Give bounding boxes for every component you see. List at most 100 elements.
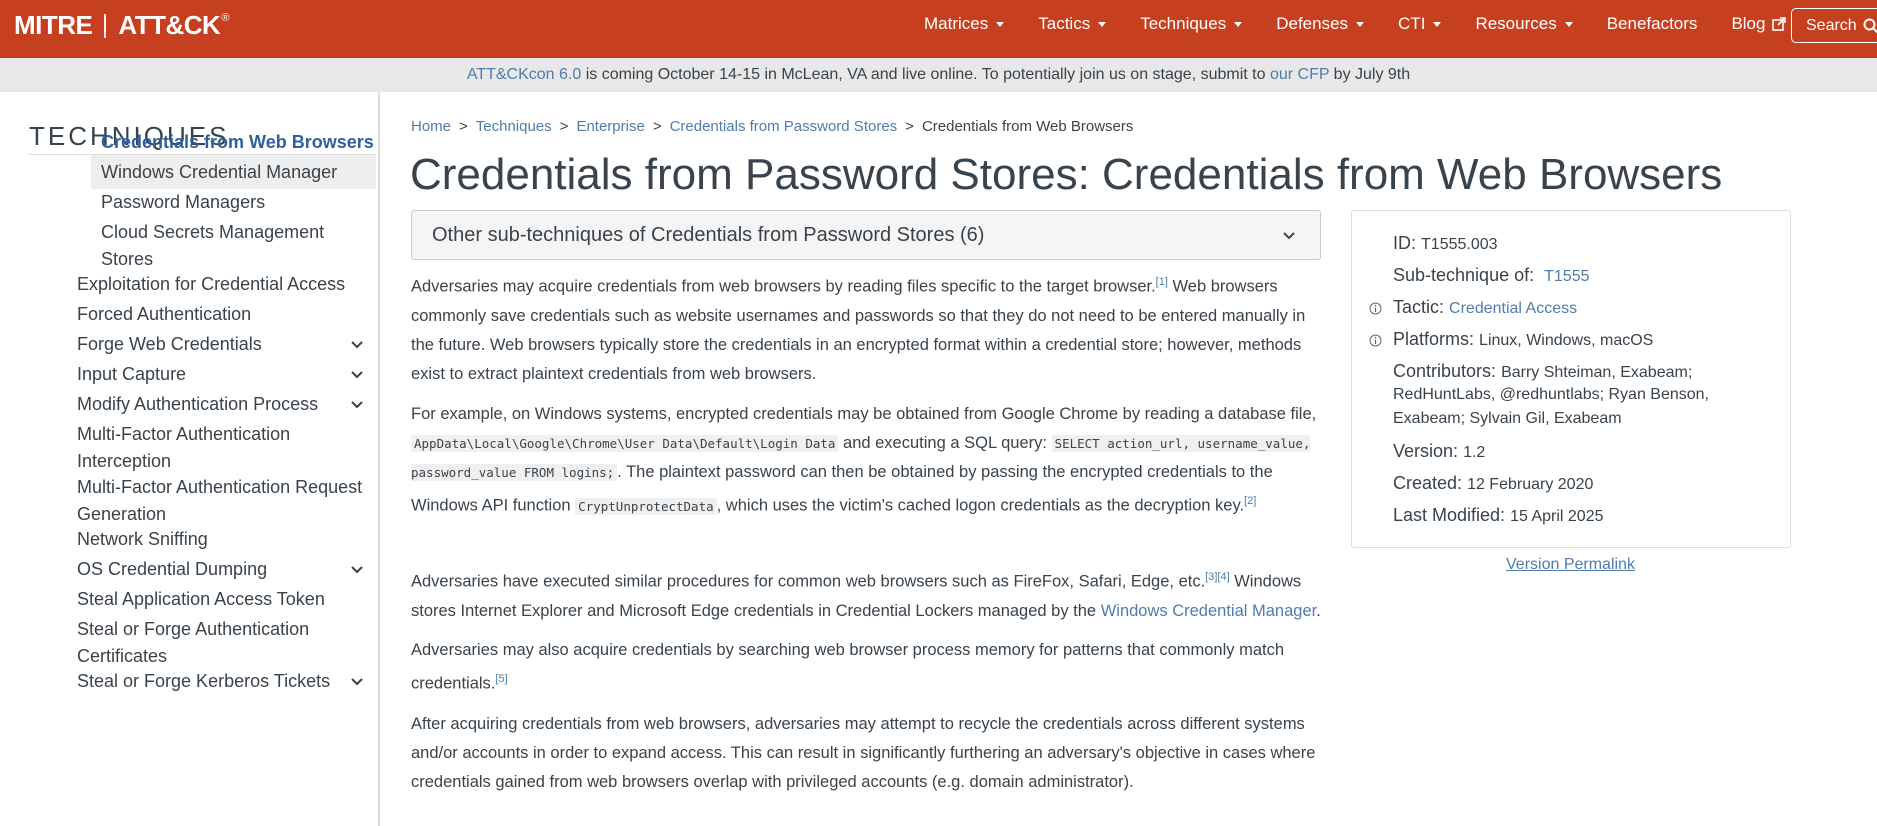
cfp-link[interactable]: our CFP — [1270, 66, 1329, 83]
logo-divider — [104, 13, 107, 38]
sidebar-item-label-line-2: Stores — [101, 249, 154, 269]
sidebar-item-steal-application-access-token[interactable]: Steal Application Access Token — [77, 586, 325, 613]
parent-technique-link[interactable]: T1555 — [1544, 268, 1589, 285]
breadcrumb-separator: > — [652, 118, 662, 135]
sidebar-item-os-credential-dumping[interactable]: OS Credential Dumping — [77, 556, 267, 583]
contributors-value-line-1: Barry Shteiman, Exabeam; — [1501, 364, 1693, 381]
nav-label: Benefactors — [1606, 14, 1698, 33]
breadcrumb: Home > Techniques > Enterprise > Credentials f… — [411, 118, 1133, 135]
p3-text-a: Adversaries have executed similar proced… — [411, 572, 1206, 591]
sidebar-item-label-line-2: Generation — [77, 504, 167, 524]
version-permalink-link[interactable]: Version Permalink — [1506, 556, 1635, 574]
reference-3-4[interactable]: [3][4] — [1205, 571, 1229, 583]
sidebar-item-credentials-from-web-browsers[interactable]: Credentials from Web Browsers — [101, 129, 374, 156]
sidebar-item-multi-factor-authentication-request[interactable]: Multi-Factor Authentication Request Gener… — [77, 474, 362, 528]
reference-1[interactable]: [1] — [1156, 276, 1168, 288]
logo-mitre: MITRE — [14, 10, 93, 40]
tactic-link[interactable]: Credential Access — [1449, 300, 1577, 317]
description-paragraph-2: For example, on Windows systems, encrypt… — [411, 400, 1326, 521]
sidebar-item-steal-or-forge-authentication[interactable]: Steal or Forge Authentication Certificate… — [77, 616, 309, 670]
sidebar-item-label: Multi-Factor Authentication Request — [77, 477, 363, 497]
other-subtechniques-dropdown[interactable]: Other sub-techniques of Credentials from… — [411, 210, 1321, 260]
chevron-down-icon[interactable] — [350, 338, 364, 352]
sidebar-item-forced-authentication[interactable]: Forced Authentication — [77, 301, 251, 328]
nav-tactics[interactable]: Tactics — [1038, 14, 1107, 34]
banner-text-2: by July 9th — [1329, 66, 1411, 83]
card-tactic-row: Tactic: Credential Access — [1393, 295, 1577, 321]
breadcrumb-techniques[interactable]: Techniques — [476, 118, 552, 135]
subtechniques-label: Other sub-techniques of Credentials from… — [432, 223, 985, 246]
chevron-down-icon[interactable] — [350, 563, 364, 577]
info-icon[interactable] — [1369, 334, 1382, 347]
nav-blog[interactable]: Blog — [1731, 14, 1787, 34]
p4-text-a: Adversaries may also acquire credentials… — [411, 641, 1285, 693]
caret-down-icon — [1433, 21, 1442, 27]
nav-label: Resources — [1475, 14, 1557, 33]
caret-down-icon — [1234, 21, 1243, 27]
platforms-value: Linux, Windows, macOS — [1479, 332, 1654, 349]
id-label: ID: — [1393, 233, 1417, 253]
contributors-value-line-3: Exabeam; Sylvain Gil, Exabeam — [1393, 410, 1622, 427]
version-value: 1.2 — [1463, 444, 1486, 461]
chevron-down-icon[interactable] — [350, 675, 364, 689]
sidebar-item-cloud-secrets-management[interactable]: Cloud Secrets Management Stores — [101, 219, 324, 273]
reference-2[interactable]: [2] — [1244, 495, 1256, 507]
attackcon-link[interactable]: ATT&CKcon 6.0 — [467, 66, 581, 83]
login-data-path-code: AppData\Local\Google\Chrome\User Data\De… — [411, 435, 839, 452]
card-id-row: ID: T1555.003 — [1393, 231, 1498, 257]
sidebar-item-modify-authentication-process[interactable]: Modify Authentication Process — [77, 391, 318, 418]
chevron-down-icon[interactable] — [350, 398, 364, 412]
breadcrumb-password-stores[interactable]: Credentials from Password Stores — [670, 118, 898, 135]
info-icon[interactable] — [1369, 302, 1382, 315]
sidebar-item-windows-credential-manager[interactable]: Windows Credential Manager — [101, 159, 337, 186]
nav-matrices[interactable]: Matrices — [924, 14, 1005, 34]
id-value: T1555.003 — [1421, 236, 1498, 253]
page-title: Credentials from Password Stores: Creden… — [410, 150, 1723, 199]
chevron-down-icon[interactable] — [350, 368, 364, 382]
sidebar-item-input-capture[interactable]: Input Capture — [77, 361, 186, 388]
breadcrumb-enterprise[interactable]: Enterprise — [576, 118, 644, 135]
sidebar-item-forge-web-credentials[interactable]: Forge Web Credentials — [77, 331, 262, 358]
subtechnique-label: Sub-technique of: — [1393, 265, 1535, 285]
sidebar-item-multi-factor-authentication[interactable]: Multi-Factor Authentication Interception — [77, 421, 290, 475]
sidebar-item-label: Cloud Secrets Management — [101, 222, 325, 242]
windows-credential-manager-link[interactable]: Windows Credential Manager — [1101, 602, 1317, 620]
main-menu: Matrices Tactics Techniques Defenses CTI Reso… — [924, 0, 1820, 48]
nav-techniques[interactable]: Techniques — [1140, 14, 1243, 34]
technique-info-card: ID: T1555.003 Sub-technique of: T1555 Ta… — [1351, 210, 1791, 548]
sidebar-item-label: Steal Application Access Token — [77, 589, 325, 609]
caret-down-icon — [1098, 21, 1107, 27]
sidebar-item-password-managers[interactable]: Password Managers — [101, 189, 265, 216]
breadcrumb-home[interactable]: Home — [411, 118, 451, 135]
sidebar-item-label: Steal or Forge Authentication — [77, 619, 310, 639]
nav-label: Blog — [1731, 14, 1766, 33]
description-paragraph-3: Adversaries have executed similar proced… — [411, 563, 1326, 626]
p3-text-c: . — [1316, 601, 1321, 620]
sidebar-item-label: Windows Credential Manager — [101, 162, 338, 182]
top-nav: MITRE ATT&CK ® Matrices Tactics Techniques… — [0, 0, 1877, 58]
external-link-icon — [1772, 17, 1787, 31]
created-label: Created: — [1393, 473, 1463, 493]
card-subtechnique-row: Sub-technique of: T1555 — [1393, 263, 1590, 289]
p2-text-b: and executing a SQL query: — [838, 434, 1052, 452]
nav-resources[interactable]: Resources — [1475, 14, 1573, 34]
search-button[interactable]: Search — [1791, 8, 1877, 43]
nav-benefactors[interactable]: Benefactors — [1607, 14, 1698, 34]
nav-cti[interactable]: CTI — [1398, 14, 1442, 34]
sidebar-item-label: Multi-Factor Authentication — [77, 424, 291, 444]
reference-5[interactable]: [5] — [495, 673, 507, 685]
last-modified-value: 15 April 2025 — [1510, 508, 1604, 525]
card-platforms-row: Platforms: Linux, Windows, macOS — [1393, 327, 1653, 353]
sidebar-item-network-sniffing[interactable]: Network Sniffing — [77, 526, 208, 553]
sidebar-item-exploitation-for-credential-access[interactable]: Exploitation for Credential Access — [77, 271, 345, 298]
card-contributors-row: Contributors: Barry Shteiman, Exabeam; — [1393, 359, 1692, 385]
tactic-label: Tactic: — [1393, 297, 1445, 317]
card-created-row: Created: 12 February 2020 — [1393, 471, 1593, 497]
techniques-sidebar: TECHNIQUES Credentials from Web Browsers… — [0, 92, 380, 826]
mitre-attack-logo[interactable]: MITRE ATT&CK ® — [14, 10, 229, 41]
sidebar-item-steal-or-forge-kerberos-tickets[interactable]: Steal or Forge Kerberos Tickets — [77, 668, 330, 695]
card-modified-row: Last Modified: 15 April 2025 — [1393, 503, 1603, 529]
search-label: Search — [1806, 16, 1857, 34]
nav-defenses[interactable]: Defenses — [1276, 14, 1365, 34]
sidebar-item-label-line-2: Certificates — [77, 646, 168, 666]
